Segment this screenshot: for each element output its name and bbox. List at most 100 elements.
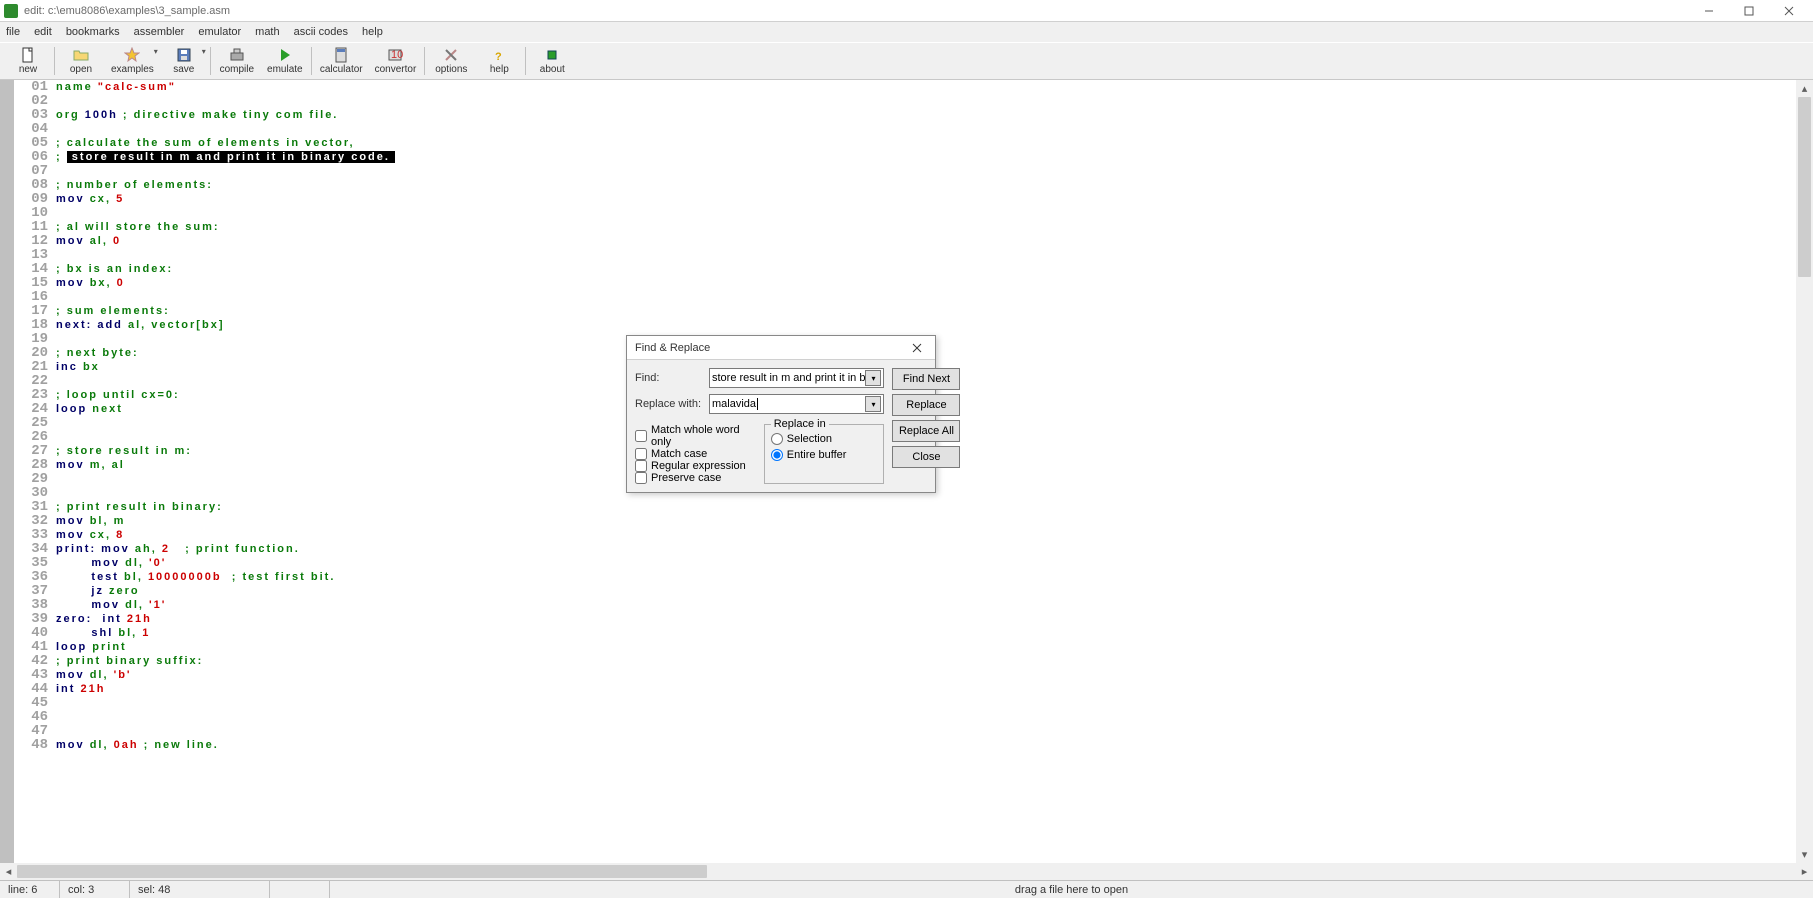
close-dialog-button[interactable]: Close xyxy=(892,446,960,468)
code-line[interactable]: mov dl, 0ah ; new line. xyxy=(56,738,1796,752)
code-line[interactable] xyxy=(56,696,1796,710)
code-line[interactable]: ; print binary suffix: xyxy=(56,654,1796,668)
chevron-down-icon[interactable]: ▾ xyxy=(865,396,881,412)
scroll-left-button[interactable]: ◂ xyxy=(0,863,17,880)
code-line[interactable]: ; store result in m and print it in bina… xyxy=(56,150,1796,164)
vertical-scrollbar[interactable]: ▴ ▾ xyxy=(1796,80,1813,863)
code-line[interactable]: mov dl, '1' xyxy=(56,598,1796,612)
line-number: 17 xyxy=(18,304,48,318)
find-replace-dialog: Find & Replace Find: store result in m a… xyxy=(626,335,936,493)
code-line[interactable]: mov bl, m xyxy=(56,514,1796,528)
menu-bookmarks[interactable]: bookmarks xyxy=(66,26,120,38)
code-line[interactable] xyxy=(56,122,1796,136)
code-line[interactable] xyxy=(56,290,1796,304)
code-line[interactable]: mov al, 0 xyxy=(56,234,1796,248)
tool-save[interactable]: save ▾ xyxy=(160,44,208,78)
code-line[interactable]: ; print result in binary: xyxy=(56,500,1796,514)
scroll-right-button[interactable]: ▸ xyxy=(1796,863,1813,880)
code-line[interactable] xyxy=(56,248,1796,262)
scroll-down-button[interactable]: ▾ xyxy=(1796,846,1813,863)
code-line[interactable] xyxy=(56,94,1796,108)
code-line[interactable]: next: add al, vector[bx] xyxy=(56,318,1796,332)
code-line[interactable]: ; sum elements: xyxy=(56,304,1796,318)
code-line[interactable]: zero: int 21h xyxy=(56,612,1796,626)
horizontal-scrollbar[interactable]: ◂ ▸ xyxy=(0,863,1813,880)
help-icon: ? xyxy=(491,47,507,63)
find-input[interactable]: store result in m and print it in b ▾ xyxy=(709,368,884,388)
regex-checkbox[interactable] xyxy=(635,460,647,472)
toolbar: new open examples ▾ save ▾ compile emula… xyxy=(0,42,1813,80)
match-case-checkbox[interactable] xyxy=(635,448,647,460)
line-number: 40 xyxy=(18,626,48,640)
code-line[interactable]: loop print xyxy=(56,640,1796,654)
line-number: 33 xyxy=(18,528,48,542)
tool-compile[interactable]: compile xyxy=(213,44,261,78)
find-next-button[interactable]: Find Next xyxy=(892,368,960,390)
code-line[interactable]: mov cx, 8 xyxy=(56,528,1796,542)
entire-buffer-radio[interactable] xyxy=(771,449,783,461)
line-number: 34 xyxy=(18,542,48,556)
code-line[interactable]: print: mov ah, 2 ; print function. xyxy=(56,542,1796,556)
code-line[interactable]: mov cx, 5 xyxy=(56,192,1796,206)
line-number: 27 xyxy=(18,444,48,458)
scroll-up-button[interactable]: ▴ xyxy=(1796,80,1813,97)
match-word-checkbox[interactable] xyxy=(635,430,647,442)
menu-edit[interactable]: edit xyxy=(34,26,52,38)
code-line[interactable]: mov bx, 0 xyxy=(56,276,1796,290)
menu-help[interactable]: help xyxy=(362,26,383,38)
minimize-button[interactable] xyxy=(1689,1,1729,21)
menu-file[interactable]: file xyxy=(6,26,20,38)
replace-input[interactable]: malavida ▾ xyxy=(709,394,884,414)
tool-new[interactable]: new xyxy=(4,44,52,78)
line-number: 37 xyxy=(18,584,48,598)
open-folder-icon xyxy=(73,47,89,63)
code-line[interactable]: test bl, 10000000b ; test first bit. xyxy=(56,570,1796,584)
selection-radio[interactable] xyxy=(771,433,783,445)
maximize-button[interactable] xyxy=(1729,1,1769,21)
chevron-down-icon[interactable]: ▾ xyxy=(865,370,881,386)
line-number: 07 xyxy=(18,164,48,178)
code-line[interactable]: mov dl, 'b' xyxy=(56,668,1796,682)
tool-about[interactable]: about xyxy=(528,44,576,78)
code-line[interactable]: jz zero xyxy=(56,584,1796,598)
line-number: 31 xyxy=(18,500,48,514)
menu-ascii[interactable]: ascii codes xyxy=(294,26,348,38)
tool-open[interactable]: open xyxy=(57,44,105,78)
tool-calculator[interactable]: calculator xyxy=(314,44,369,78)
code-line[interactable]: ; number of elements: xyxy=(56,178,1796,192)
close-button[interactable] xyxy=(1769,1,1809,21)
code-line[interactable] xyxy=(56,710,1796,724)
preserve-case-checkbox[interactable] xyxy=(635,472,647,484)
chevron-down-icon: ▾ xyxy=(154,47,158,56)
code-line[interactable]: ; bx is an index: xyxy=(56,262,1796,276)
replace-all-button[interactable]: Replace All xyxy=(892,420,960,442)
code-line[interactable]: shl bl, 1 xyxy=(56,626,1796,640)
tool-emulate[interactable]: emulate xyxy=(261,44,309,78)
code-line[interactable] xyxy=(56,724,1796,738)
code-line[interactable]: ; al will store the sum: xyxy=(56,220,1796,234)
tool-convertor[interactable]: 1010 convertor xyxy=(369,44,423,78)
code-line[interactable]: mov dl, '0' xyxy=(56,556,1796,570)
tool-help[interactable]: ? help xyxy=(475,44,523,78)
menu-assembler[interactable]: assembler xyxy=(134,26,185,38)
replace-button[interactable]: Replace xyxy=(892,394,960,416)
line-number: 30 xyxy=(18,486,48,500)
margin-column[interactable] xyxy=(0,80,14,863)
scroll-thumb-vertical[interactable] xyxy=(1798,97,1811,277)
convertor-icon: 1010 xyxy=(387,47,403,63)
code-line[interactable] xyxy=(56,164,1796,178)
code-line[interactable]: int 21h xyxy=(56,682,1796,696)
dialog-close-button[interactable] xyxy=(907,339,927,357)
code-line[interactable] xyxy=(56,206,1796,220)
code-line[interactable]: org 100h ; directive make tiny com file. xyxy=(56,108,1796,122)
code-line[interactable]: name "calc-sum" xyxy=(56,80,1796,94)
menu-emulator[interactable]: emulator xyxy=(198,26,241,38)
tool-options[interactable]: options xyxy=(427,44,475,78)
menu-math[interactable]: math xyxy=(255,26,279,38)
line-number: 03 xyxy=(18,108,48,122)
scroll-thumb-horizontal[interactable] xyxy=(17,865,707,878)
code-line[interactable]: ; calculate the sum of elements in vecto… xyxy=(56,136,1796,150)
tool-examples[interactable]: examples ▾ xyxy=(105,44,160,78)
line-gutter: 0102030405060708091011121314151617181920… xyxy=(0,80,50,863)
line-number: 06 xyxy=(18,150,48,164)
